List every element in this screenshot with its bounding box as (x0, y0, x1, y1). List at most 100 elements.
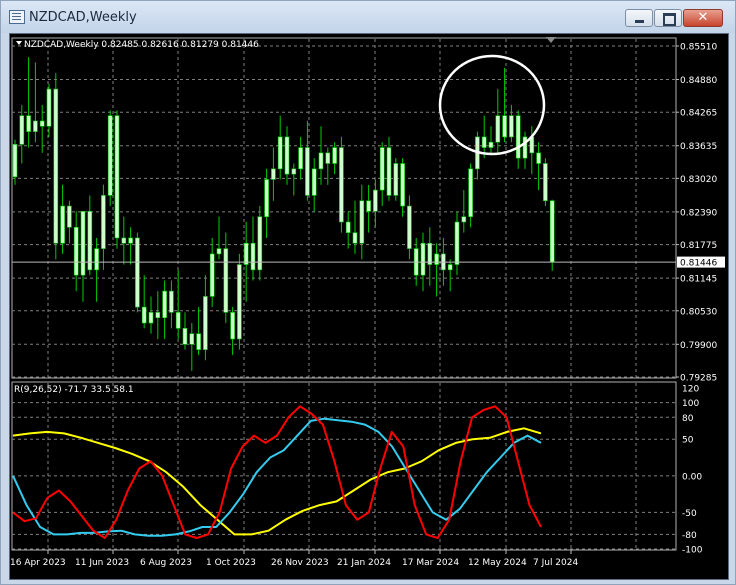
candle-body (366, 200, 371, 212)
candle-body (264, 179, 269, 217)
date-axis-label: 6 Aug 2023 (140, 558, 192, 568)
candle-body (237, 264, 242, 340)
chart-window: NZDCAD,Weekly ✕ 0.85510 0.84880 0.84265 0.8… (0, 0, 736, 585)
candle-body (332, 147, 337, 164)
chart-shift-marker-icon[interactable] (546, 37, 556, 43)
candle-body (318, 152, 324, 170)
candle-body (73, 227, 79, 276)
candle-body (277, 136, 283, 170)
candle-body (502, 115, 507, 138)
candle-body (536, 152, 541, 164)
candle-body (182, 328, 188, 345)
candle-body (155, 312, 161, 319)
candle-body (141, 306, 147, 324)
date-axis-label: 11 Jun 2023 (75, 558, 129, 568)
candle-body (196, 333, 201, 350)
candle-body (468, 168, 473, 217)
indicator-header: R(9,26,52) -71.7 33.5 58.1 (14, 385, 134, 395)
minimize-button[interactable] (625, 9, 653, 27)
price-axis-label: 0.81145 (680, 275, 717, 285)
candle-body (481, 136, 487, 148)
candle-body (67, 205, 72, 228)
slow-indicator-line (12, 427, 542, 536)
candle-body (209, 253, 215, 297)
indicator-axis-label: -100 (682, 546, 703, 556)
candle-body (284, 136, 290, 175)
candle-body (345, 221, 351, 233)
candle-body (339, 147, 344, 223)
window-title: NZDCAD,Weekly (29, 10, 137, 25)
date-axis-label: 21 Jan 2024 (337, 558, 391, 568)
chart-area[interactable]: 0.85510 0.84880 0.84265 0.83635 0.83020 0.823… (9, 33, 729, 580)
candle-body (189, 333, 195, 345)
price-axis-label: 0.79285 (680, 374, 717, 384)
candle-body (60, 205, 65, 244)
candle-body (135, 237, 140, 308)
fast-indicator-line (12, 405, 542, 539)
candle-body (128, 237, 133, 244)
indicator-axis-label: 120 (682, 385, 699, 395)
price-axis-label: 0.84265 (680, 109, 717, 119)
candle-body (305, 147, 310, 196)
menu-arrow-icon[interactable] (16, 41, 22, 45)
indicator-axis-label: 0.00 (682, 472, 702, 482)
candle-body (87, 211, 93, 271)
candle-body (495, 115, 501, 143)
price-axis-label: 0.83020 (680, 175, 717, 185)
title-bar[interactable]: NZDCAD,Weekly ✕ (1, 1, 735, 33)
indicator-lines (12, 405, 542, 539)
close-button[interactable]: ✕ (683, 9, 723, 27)
candle-body (461, 216, 467, 223)
price-axis-label: 0.83635 (680, 142, 717, 152)
candle-body (386, 147, 392, 196)
candle-body (393, 163, 399, 196)
price-axis-label: 0.81775 (680, 241, 717, 251)
date-axis-label: 26 Nov 2023 (271, 558, 329, 568)
candle-body (434, 253, 439, 265)
candle-body (243, 242, 249, 265)
maximize-button[interactable] (654, 9, 682, 27)
price-axis-label: 0.80530 (680, 307, 717, 317)
candle-body (148, 312, 154, 324)
candle-body (298, 147, 303, 170)
candle-body (447, 264, 453, 271)
candles-layer (12, 57, 555, 371)
indicator-axis: 120 100 80 50 0.00 -50 -80 -100 (682, 385, 703, 556)
candle-body (46, 88, 52, 127)
candle-body (114, 115, 120, 239)
candle-body (33, 120, 38, 132)
date-axis-label: 7 Jul 2024 (533, 558, 578, 568)
indicator-axis-label: 100 (682, 399, 699, 409)
candle-body (80, 211, 86, 276)
candle-body (26, 115, 31, 132)
candle-body (420, 242, 426, 276)
indicator-axis-label: -80 (682, 531, 697, 541)
candle-body (352, 232, 358, 244)
indicator-axis-label: -50 (682, 509, 697, 519)
candle-body (162, 290, 167, 319)
candle-body (39, 120, 45, 127)
price-axis: 0.85510 0.84880 0.84265 0.83635 0.83020 0.823… (676, 43, 717, 384)
current-price-label: 0.81446 (680, 259, 717, 269)
main-grid (12, 39, 676, 378)
candle-body (101, 195, 106, 249)
date-axis-label: 17 Mar 2024 (402, 558, 459, 568)
candle-body (216, 248, 222, 255)
candle-body (12, 144, 18, 178)
candle-body (203, 296, 208, 350)
candle-body (223, 248, 229, 313)
date-axis-label: 12 May 2024 (468, 558, 527, 568)
candle-body (373, 189, 378, 212)
price-chart-svg[interactable]: 0.85510 0.84880 0.84265 0.83635 0.83020 0.823… (10, 34, 728, 579)
price-axis-label: 0.84880 (680, 76, 717, 86)
highlight-circle-annotation[interactable] (438, 54, 546, 156)
candle-body (454, 221, 460, 265)
price-axis-label: 0.79900 (680, 341, 717, 351)
price-axis-label: 0.82390 (680, 208, 717, 218)
candle-body (169, 290, 174, 313)
indicator-axis-label: 50 (682, 436, 694, 446)
candle-body (175, 312, 181, 329)
candle-body (250, 242, 256, 271)
candle-body (407, 205, 412, 249)
candle-body (107, 115, 113, 196)
